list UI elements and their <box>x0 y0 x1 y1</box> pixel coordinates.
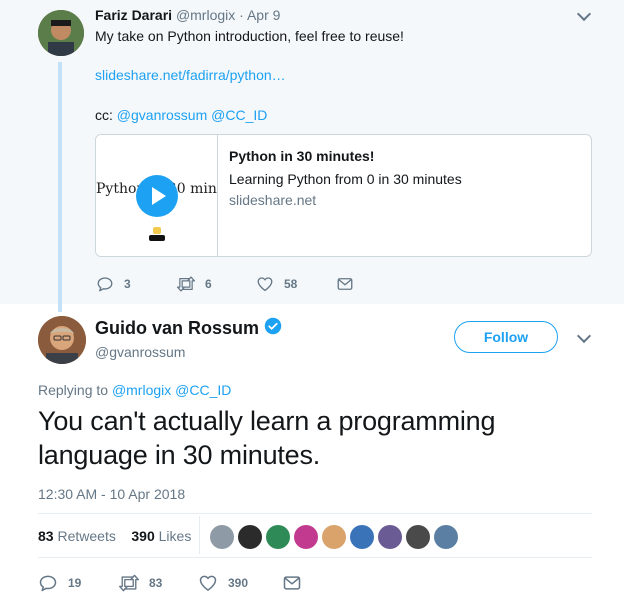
like-count: 58 <box>284 277 298 291</box>
envelope-icon <box>283 576 301 590</box>
liker-avatar[interactable] <box>322 525 346 549</box>
likers-avatars <box>210 525 462 549</box>
chevron-down-icon[interactable] <box>576 328 592 344</box>
card-title: Python in 30 minutes! <box>229 148 375 164</box>
author-handle[interactable]: @gvanrossum <box>95 344 185 360</box>
author-name[interactable]: Fariz Darari <box>95 7 172 23</box>
header-separator: · <box>239 7 244 23</box>
reply-icon <box>97 277 113 292</box>
like-button[interactable]: 58 <box>256 275 336 293</box>
reply-button[interactable]: 3 <box>96 275 176 293</box>
retweet-count: 6 <box>205 277 212 291</box>
retweet-button[interactable]: 83 <box>118 573 198 593</box>
parent-tweet[interactable]: Fariz Darari @mrlogix · Apr 9 My take on… <box>0 0 624 312</box>
likes-stat[interactable]: 390 Likes <box>131 528 191 544</box>
card-thumbnail[interactable]: Python in 30 minutes!* <box>96 135 218 256</box>
tweet-text: You can't actually learn a programming l… <box>38 406 496 470</box>
liker-avatar[interactable] <box>434 525 458 549</box>
author-name-text[interactable]: Guido van Rossum <box>95 318 259 339</box>
liker-avatar[interactable] <box>406 525 430 549</box>
thread-line <box>58 62 62 312</box>
avatar-guido[interactable] <box>38 316 86 364</box>
tweet-link[interactable]: slideshare.net/fadirra/python… <box>95 67 286 83</box>
liker-avatar[interactable] <box>238 525 262 549</box>
chevron-down-icon[interactable] <box>576 6 592 22</box>
python-logo-icon <box>149 227 165 243</box>
reply-button[interactable]: 19 <box>38 573 118 593</box>
parent-tweet-actions: 3 6 58 <box>96 275 354 293</box>
card-description: Learning Python from 0 in 30 minutes <box>229 171 462 187</box>
envelope-icon <box>337 278 353 290</box>
replying-label: Replying to <box>38 382 109 398</box>
follow-button[interactable]: Follow <box>454 321 558 353</box>
tweet-cc-line: cc: @gvanrossum @CC_ID <box>95 107 267 123</box>
link-card[interactable]: Python in 30 minutes!* Python in 30 minu… <box>95 134 592 257</box>
heart-icon <box>199 575 217 591</box>
liker-avatar[interactable] <box>210 525 234 549</box>
direct-message-button[interactable] <box>336 275 354 293</box>
parent-tweet-header: Fariz Darari @mrlogix · Apr 9 <box>95 7 280 23</box>
retweets-stat[interactable]: 83 Retweets <box>38 528 116 544</box>
main-tweet-actions: 19 83 390 <box>38 573 302 593</box>
liker-avatar[interactable] <box>266 525 290 549</box>
like-count: 390 <box>228 576 249 590</box>
author-name[interactable]: Guido van Rossum <box>95 317 282 340</box>
divider <box>38 513 592 514</box>
tweet-date[interactable]: Apr 9 <box>247 7 280 23</box>
replying-mentions[interactable]: @mrlogix @CC_ID <box>112 382 231 398</box>
retweet-button[interactable]: 6 <box>176 275 256 293</box>
direct-message-button[interactable] <box>282 573 302 593</box>
tweet-timestamp[interactable]: 12:30 AM - 10 Apr 2018 <box>38 486 185 502</box>
tweet-stats: 83 Retweets 390 Likes <box>38 528 191 544</box>
retweet-icon <box>176 276 196 292</box>
tweet-text: My take on Python introduction, feel fre… <box>95 28 404 44</box>
reply-icon <box>39 575 57 592</box>
author-handle[interactable]: @mrlogix <box>176 7 235 23</box>
like-button[interactable]: 390 <box>198 573 282 593</box>
card-domain: slideshare.net <box>229 192 317 208</box>
reply-count: 19 <box>68 576 82 590</box>
retweet-icon <box>119 574 139 592</box>
liker-avatar[interactable] <box>350 525 374 549</box>
avatar-fariz[interactable] <box>38 10 84 56</box>
verified-badge-icon <box>264 317 282 340</box>
cc-label: cc: <box>95 107 113 123</box>
reply-count: 3 <box>124 277 131 291</box>
divider <box>38 557 592 558</box>
cc-mentions[interactable]: @gvanrossum @CC_ID <box>117 107 268 123</box>
heart-icon <box>257 277 273 292</box>
retweet-count: 83 <box>149 576 163 590</box>
replying-to: Replying to @mrlogix @CC_ID <box>38 382 231 398</box>
liker-avatar[interactable] <box>294 525 318 549</box>
liker-avatar[interactable] <box>378 525 402 549</box>
play-icon[interactable] <box>136 175 178 217</box>
stats-separator <box>199 516 200 554</box>
